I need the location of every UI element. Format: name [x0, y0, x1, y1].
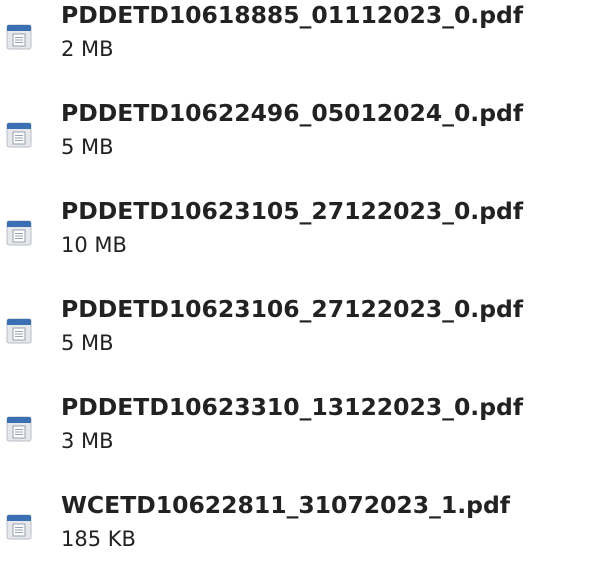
file-size: 5 MB [61, 331, 114, 355]
document-icon [6, 122, 32, 148]
document-icon [6, 514, 32, 540]
file-item[interactable]: PDDETD10623105_27122023_0.pdf 10 MB [0, 196, 596, 280]
file-name[interactable]: PDDETD10623105_27122023_0.pdf [61, 194, 523, 228]
file-size: 185 KB [61, 527, 136, 551]
file-name[interactable]: WCETD10622811_31072023_1.pdf [61, 488, 510, 522]
file-item[interactable]: PDDETD10623310_13122023_0.pdf 3 MB [0, 392, 596, 476]
file-size: 3 MB [61, 429, 114, 453]
document-icon [6, 318, 32, 344]
file-name[interactable]: PDDETD10622496_05012024_0.pdf [61, 96, 523, 130]
file-size: 10 MB [61, 233, 127, 257]
file-item[interactable]: PDDETD10618885_01112023_0.pdf 2 MB [0, 0, 596, 84]
document-icon [6, 416, 32, 442]
file-name[interactable]: PDDETD10618885_01112023_0.pdf [61, 0, 523, 32]
file-item[interactable]: PDDETD10623106_27122023_0.pdf 5 MB [0, 294, 596, 378]
file-item[interactable]: PDDETD10622496_05012024_0.pdf 5 MB [0, 98, 596, 182]
file-size: 2 MB [61, 37, 114, 61]
document-icon [6, 24, 32, 50]
document-icon [6, 220, 32, 246]
file-name[interactable]: PDDETD10623106_27122023_0.pdf [61, 292, 523, 326]
file-name[interactable]: PDDETD10623310_13122023_0.pdf [61, 390, 523, 424]
file-list: PDDETD10618885_01112023_0.pdf 2 MB PDDET… [0, 0, 596, 585]
file-item[interactable]: WCETD10622811_31072023_1.pdf 185 KB [0, 490, 596, 574]
file-size: 5 MB [61, 135, 114, 159]
